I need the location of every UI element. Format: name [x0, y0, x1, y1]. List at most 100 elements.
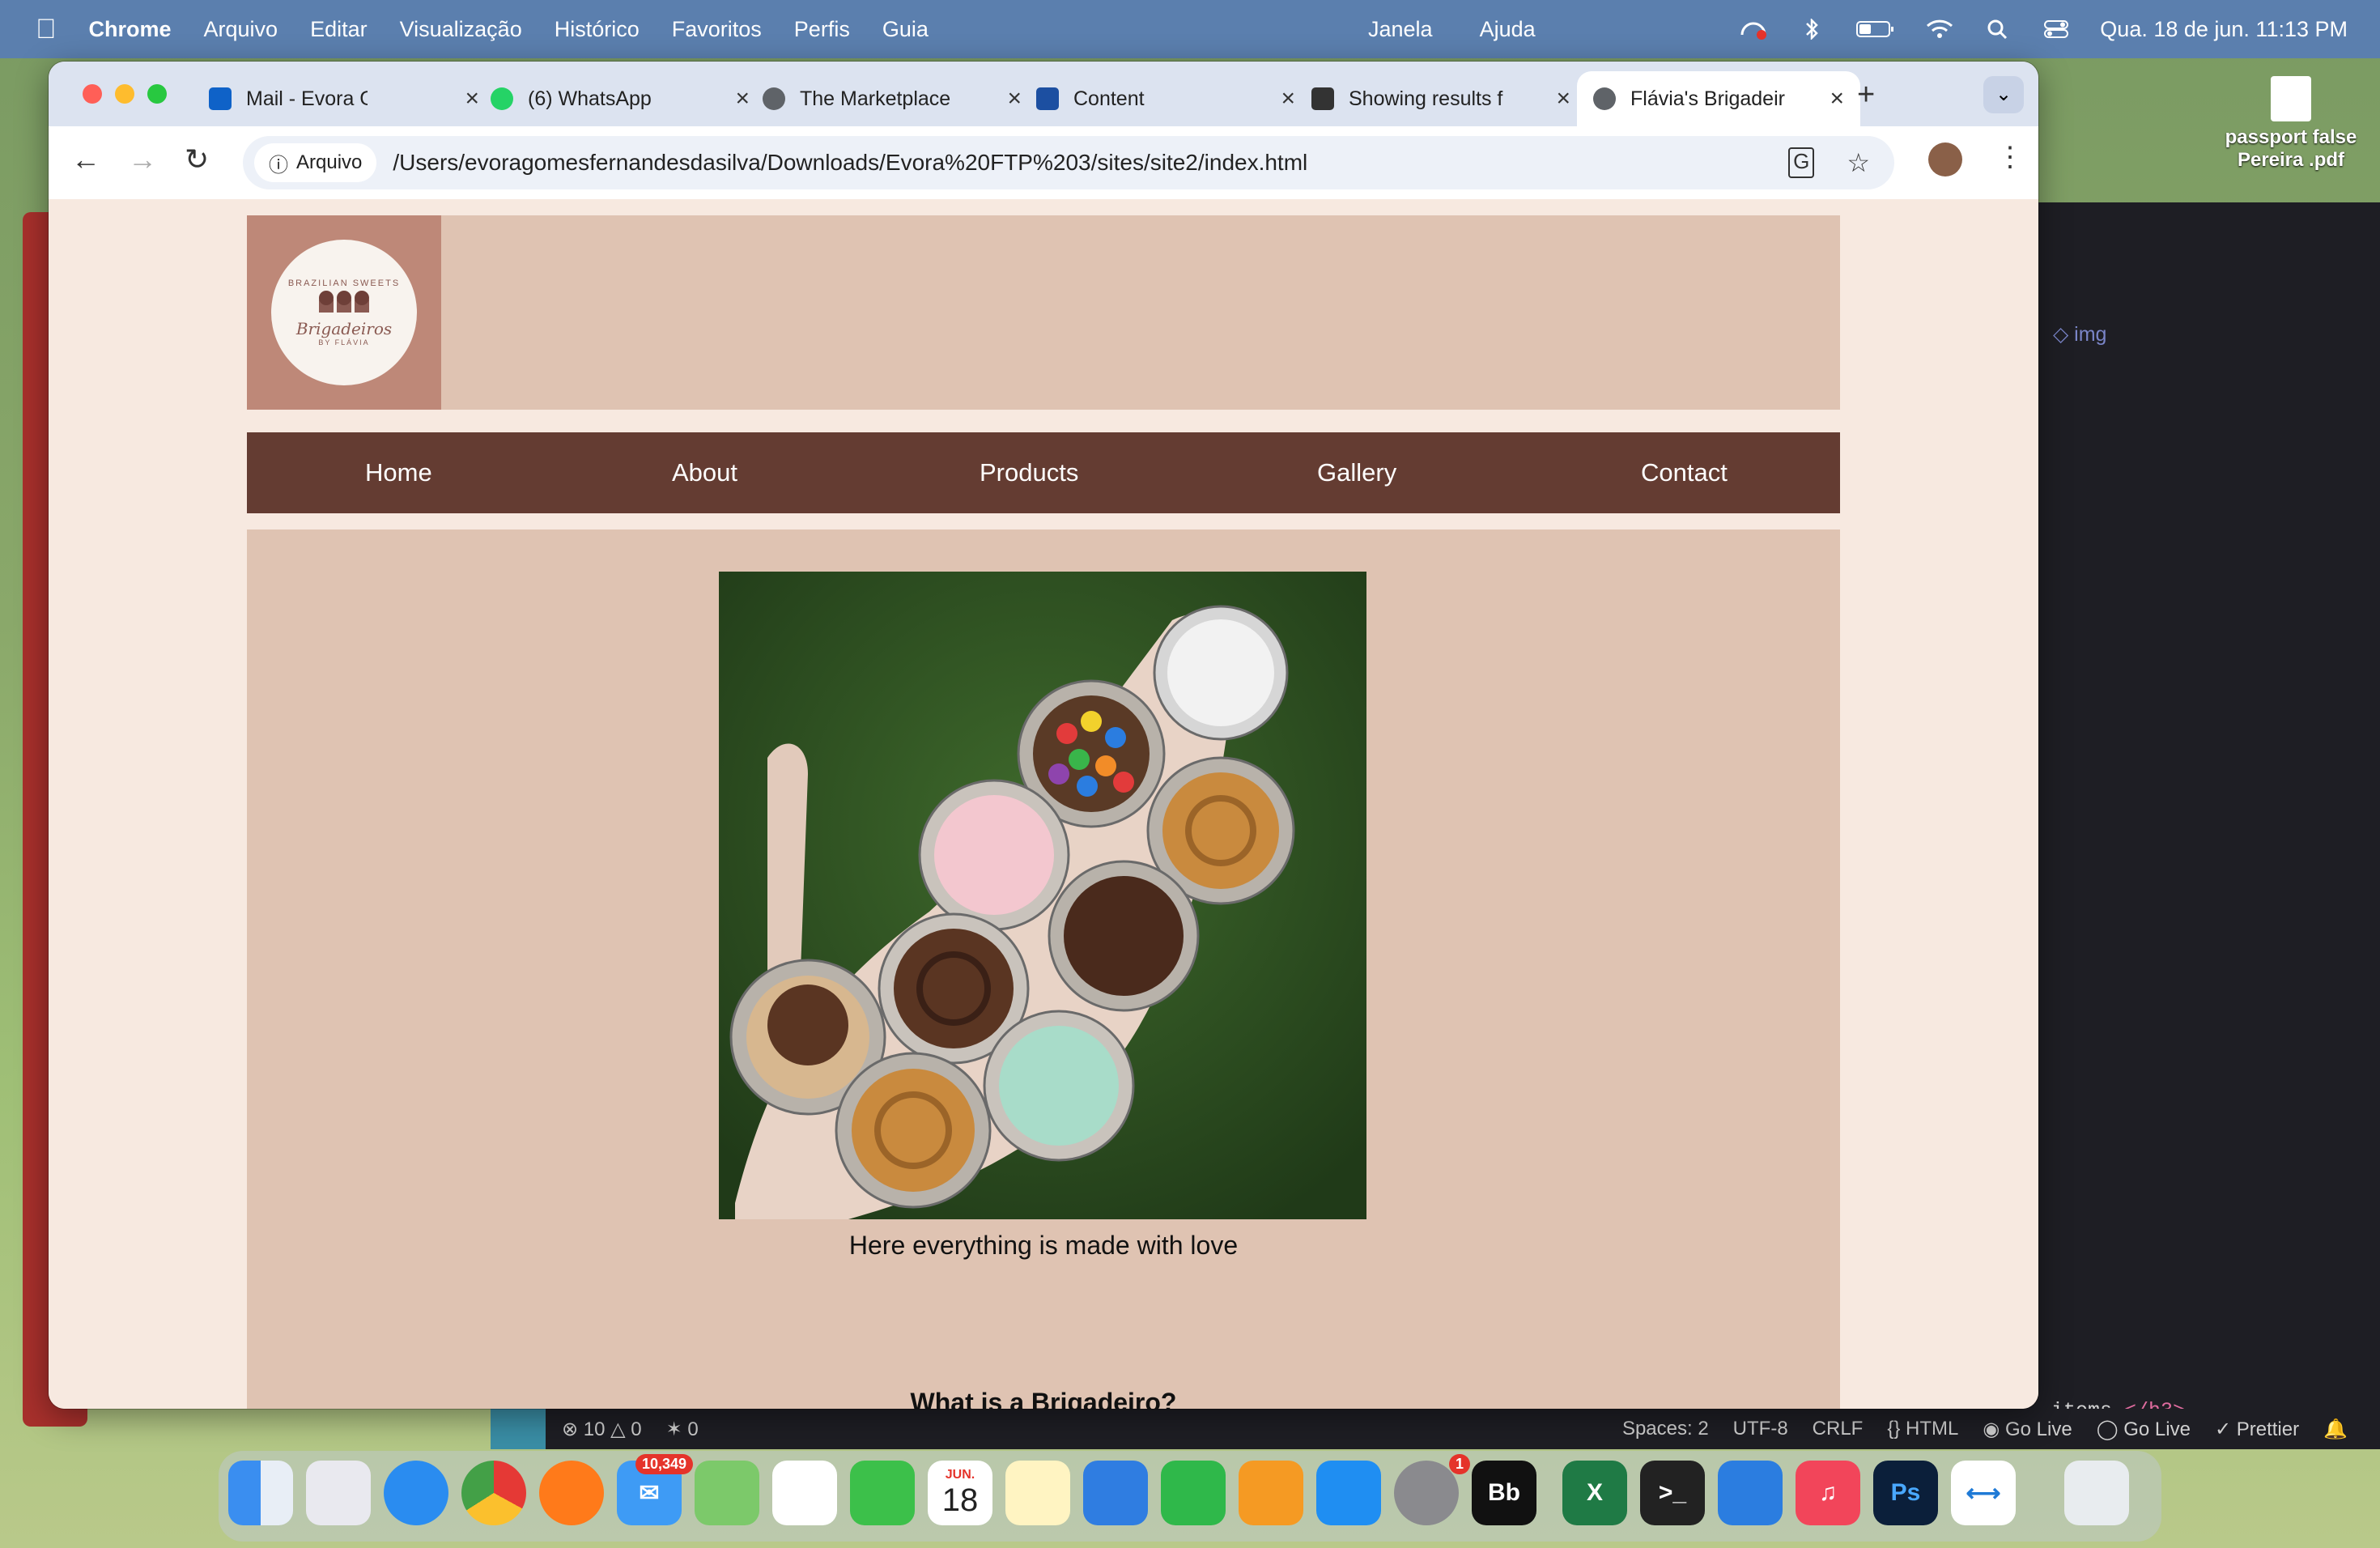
problems-indicator[interactable]: ⊗ 10 △ 0: [562, 1418, 642, 1441]
menubar-item-ajuda[interactable]: Ajuda: [1480, 17, 1536, 42]
remote-indicator[interactable]: [491, 1409, 546, 1449]
notifications-bell-icon[interactable]: 🔔: [2323, 1418, 2348, 1441]
close-tab-icon[interactable]: ×: [1007, 85, 1022, 113]
language-status[interactable]: {} HTML: [1887, 1418, 1958, 1441]
screen-record-icon[interactable]: [1739, 19, 1768, 40]
trash-icon[interactable]: [2064, 1461, 2129, 1525]
app-store-icon[interactable]: [1316, 1461, 1381, 1525]
notes-icon[interactable]: [1005, 1461, 1070, 1525]
menubar-item-favoritos[interactable]: Favoritos: [672, 17, 762, 42]
ports-indicator[interactable]: ✶ 0: [666, 1418, 699, 1441]
calendar-icon[interactable]: JUN. 18: [928, 1461, 992, 1525]
close-tab-icon[interactable]: ×: [735, 85, 750, 113]
forward-arrow-icon[interactable]: →: [128, 142, 157, 176]
firefox-icon[interactable]: [539, 1461, 604, 1525]
blackboard-app-icon[interactable]: Bb: [1472, 1461, 1536, 1525]
wifi-icon[interactable]: [1925, 19, 1954, 40]
vscode-breadcrumb-label: img: [2074, 323, 2107, 346]
vscode-statusbar: ⊗ 10 △ 0 ✶ 0 Spaces: 2 UTF-8 CRLF {} HTM…: [491, 1409, 2380, 1449]
url-text[interactable]: /Users/evoragomesfernandesdasilva/Downlo…: [393, 150, 1307, 176]
nav-contact[interactable]: Contact: [1641, 458, 1728, 487]
whatsapp-icon: [491, 87, 513, 110]
chrome-menu-icon[interactable]: ⋮: [1996, 141, 2024, 173]
window-controls: [83, 84, 167, 104]
tab-title: Mail - Evora Gome: [246, 87, 368, 110]
profile-avatar[interactable]: [1928, 142, 1962, 176]
control-center-icon[interactable]: [2042, 19, 2071, 40]
desktop-pdf-file[interactable]: passport false Pereira .pdf: [2210, 76, 2372, 172]
tab-search-results[interactable]: Showing results f ×: [1311, 71, 1587, 126]
close-tab-icon[interactable]: ×: [1830, 85, 1844, 113]
close-tab-icon[interactable]: ×: [1281, 85, 1295, 113]
vscode-window[interactable]: ◇ img items.</h3>: [2024, 202, 2380, 1423]
maps-icon[interactable]: [695, 1461, 759, 1525]
translate-icon[interactable]: G: [1788, 147, 1815, 178]
blackboard-icon: [1036, 87, 1059, 110]
bluetooth-icon[interactable]: [1797, 19, 1826, 40]
safari-icon[interactable]: [384, 1461, 448, 1525]
close-tab-icon[interactable]: ×: [465, 85, 479, 113]
menubar-item-perfis[interactable]: Perfis: [794, 17, 850, 42]
menubar-item-editar[interactable]: Editar: [310, 17, 368, 42]
tab-mail[interactable]: Mail - Evora Gome ×: [209, 71, 495, 126]
vscode-app-icon[interactable]: ⟷: [1951, 1461, 2016, 1525]
reload-icon[interactable]: ↻: [185, 142, 209, 176]
close-window-button[interactable]: [83, 84, 102, 104]
tab-flavias-brigadeiros[interactable]: Flávia's Brigadeir ×: [1577, 71, 1860, 126]
menubar-app-name[interactable]: Chrome: [89, 17, 172, 42]
menubar-item-historico[interactable]: Histórico: [555, 17, 640, 42]
keynote-icon[interactable]: [1083, 1461, 1148, 1525]
address-bar[interactable]: ⓘ Arquivo /Users/evoragomesfernandesdasil…: [243, 136, 1894, 189]
facetime-icon[interactable]: [850, 1461, 915, 1525]
chrome-icon[interactable]: [461, 1461, 526, 1525]
excel-icon[interactable]: X: [1562, 1461, 1627, 1525]
apple-menu-icon[interactable]: : [36, 14, 57, 45]
menubar-item-janela[interactable]: Janela: [1368, 17, 1433, 42]
menubar-item-visualizacao[interactable]: Visualização: [400, 17, 522, 42]
prettier-status[interactable]: ✓ Prettier: [2215, 1418, 2299, 1441]
pages-icon[interactable]: [1239, 1461, 1303, 1525]
back-arrow-icon[interactable]: ←: [71, 142, 100, 176]
golive-status-2[interactable]: ◯ Go Live: [2097, 1418, 2191, 1441]
music-icon[interactable]: ♫: [1796, 1461, 1860, 1525]
photos-icon[interactable]: [772, 1461, 837, 1525]
menubar-item-arquivo[interactable]: Arquivo: [204, 17, 278, 42]
terminal-icon[interactable]: >_: [1640, 1461, 1705, 1525]
vscode-breadcrumb[interactable]: ◇ img: [2053, 322, 2106, 347]
main-content: Here everything is made with love What i…: [247, 529, 1840, 1409]
minimize-window-button[interactable]: [115, 84, 134, 104]
battery-icon[interactable]: [1855, 19, 1896, 40]
menubar-clock[interactable]: Qua. 18 de jun. 11:13 PM: [2100, 17, 2348, 42]
nav-gallery[interactable]: Gallery: [1317, 458, 1396, 487]
tab-search-chevron-icon[interactable]: ⌄: [1983, 76, 2024, 113]
bookmark-star-icon[interactable]: ☆: [1847, 147, 1870, 178]
site-info-chip[interactable]: ⓘ Arquivo: [254, 143, 377, 182]
nav-home[interactable]: Home: [365, 458, 432, 487]
numbers-icon[interactable]: [1161, 1461, 1226, 1525]
new-tab-button[interactable]: +: [1857, 78, 1875, 113]
zoom-window-button[interactable]: [147, 84, 167, 104]
encoding-status[interactable]: UTF-8: [1733, 1418, 1788, 1441]
close-tab-icon[interactable]: ×: [1556, 85, 1570, 113]
launchpad-icon[interactable]: [306, 1461, 371, 1525]
system-settings-icon[interactable]: 1: [1394, 1454, 1470, 1525]
site-logo[interactable]: BRAZILIAN SWEETS Brigadeiros BY FLÁVIA: [247, 215, 441, 410]
tab-marketplace[interactable]: The Marketplace ×: [763, 71, 1038, 126]
calendar-month: JUN.: [945, 1467, 975, 1482]
finder-icon[interactable]: [228, 1461, 293, 1525]
tab-whatsapp[interactable]: (6) WhatsApp ×: [491, 71, 766, 126]
tab-content[interactable]: Content ×: [1036, 71, 1311, 126]
bluetooth-app-icon[interactable]: [1718, 1461, 1783, 1525]
spotlight-search-icon[interactable]: [1983, 19, 2012, 40]
eol-status[interactable]: CRLF: [1813, 1418, 1864, 1441]
menubar-item-guia[interactable]: Guia: [882, 17, 929, 42]
calendar-day: 18: [941, 1482, 979, 1518]
golive-label-2: Go Live: [2123, 1418, 2191, 1440]
nav-about[interactable]: About: [672, 458, 737, 487]
globe-icon: [1593, 87, 1616, 110]
golive-status-1[interactable]: ◉ Go Live: [1983, 1418, 2072, 1441]
photoshop-icon[interactable]: Ps: [1873, 1461, 1938, 1525]
indentation-status[interactable]: Spaces: 2: [1622, 1418, 1709, 1441]
mail-icon[interactable]: ✉ 10,349: [617, 1454, 693, 1525]
nav-products[interactable]: Products: [980, 458, 1078, 487]
